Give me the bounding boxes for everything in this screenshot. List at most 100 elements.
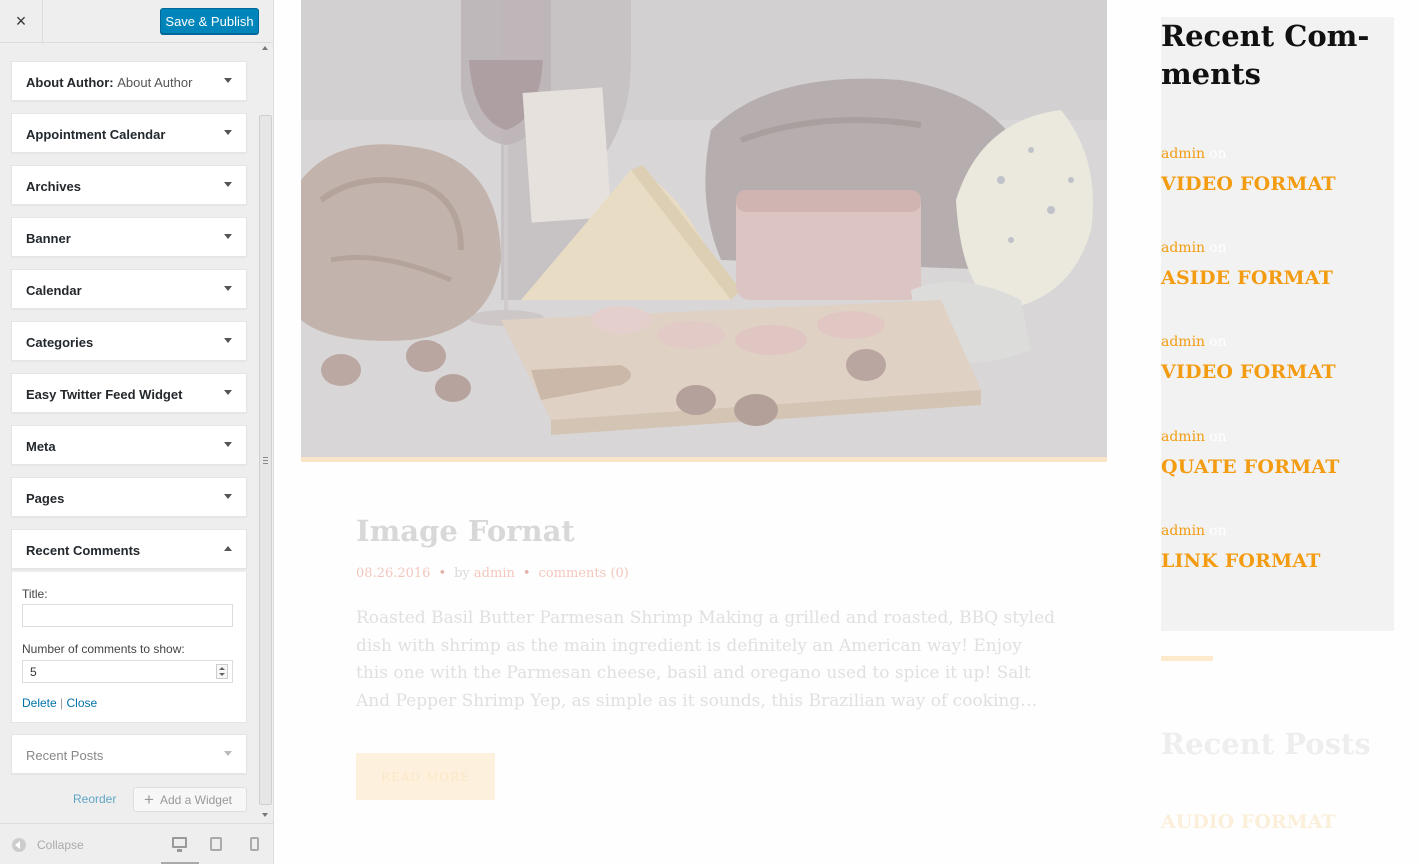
- comment-on-text: on: [1209, 146, 1227, 162]
- post-meta: 08.26.2016 • by admin • comments (0): [356, 566, 629, 581]
- delete-widget-link[interactable]: Delete: [22, 696, 57, 710]
- add-widget-button[interactable]: + Add a Widget: [133, 787, 247, 812]
- widget-sublabel: About Author: [117, 75, 193, 90]
- expand-arrow-icon[interactable]: [224, 338, 232, 343]
- widget-label: Archives: [26, 179, 81, 194]
- post-title[interactable]: Image Fornat: [356, 514, 575, 548]
- recent-posts-title: Recent Posts: [1161, 727, 1371, 761]
- close-widget-link[interactable]: Close: [67, 696, 98, 710]
- tablet-icon[interactable]: [210, 837, 222, 851]
- post-author-link[interactable]: admin: [474, 566, 515, 581]
- save-publish-button[interactable]: Save & Publish: [160, 8, 259, 34]
- collapse-arrow-icon[interactable]: [224, 546, 232, 551]
- widget-label: Categories: [26, 335, 94, 350]
- post-date[interactable]: 08.26.2016: [356, 566, 430, 581]
- comment-count-label: Number of comments to show:: [22, 642, 185, 656]
- comment-on-text: on: [1209, 240, 1227, 256]
- recent-comment-item: admin on VIDEO FORMAT: [1161, 145, 1336, 195]
- collapse-label: Collapse: [37, 838, 84, 852]
- widget-label: Appointment Calendar: [26, 127, 166, 142]
- comment-post-link[interactable]: VIDEO FORMAT: [1161, 173, 1336, 195]
- widget-label: Calendar: [26, 283, 82, 298]
- customizer-header: × Save & Publish: [0, 0, 273, 43]
- link-separator: |: [60, 696, 64, 710]
- post-featured-image[interactable]: [301, 0, 1107, 457]
- widget-pages[interactable]: Pages: [11, 477, 247, 517]
- scroll-down-icon[interactable]: [262, 813, 268, 817]
- widget-about-author[interactable]: About Author: About Author: [11, 61, 247, 101]
- comment-post-link[interactable]: QUATE FORMAT: [1161, 456, 1340, 478]
- widget-divider: [1161, 656, 1213, 661]
- site-preview: Image Fornat 08.26.2016 • by admin • comment…: [274, 0, 1419, 864]
- scroll-grip-icon: [263, 457, 268, 464]
- customizer-sidebar: × Save & Publish About Author: About Aut…: [0, 0, 274, 864]
- comment-count-input[interactable]: 5: [22, 660, 233, 683]
- food-still-life-image: [301, 0, 1107, 457]
- widget-actions: Delete | Close: [22, 696, 97, 710]
- widget-label: Recent Comments: [26, 543, 141, 558]
- recent-comment-item: admin on LINK FORMAT: [1161, 522, 1321, 572]
- widget-archives[interactable]: Archives: [11, 165, 247, 205]
- widget-label: Pages: [26, 491, 65, 506]
- widget-label: Easy Twitter Feed Widget: [26, 387, 183, 402]
- expand-arrow-icon[interactable]: [224, 494, 232, 499]
- widget-label: Banner: [26, 231, 71, 246]
- post-excerpt: Roasted Basil Butter Parmesan Shrimp Mak…: [356, 608, 1056, 711]
- post-comments-link[interactable]: comments (0): [539, 566, 629, 581]
- expand-arrow-icon[interactable]: [224, 390, 232, 395]
- expand-arrow-icon[interactable]: [224, 130, 232, 135]
- recent-comment-item: admin on ASIDE FORMAT: [1161, 239, 1333, 289]
- widget-meta[interactable]: Meta: [11, 425, 247, 465]
- expand-arrow-icon[interactable]: [224, 78, 232, 83]
- widget-label: Recent Posts: [26, 748, 104, 763]
- plus-icon: +: [144, 790, 154, 809]
- recent-comments-form: Title: Number of comments to show: 5 Del…: [11, 571, 247, 723]
- scroll-up-icon[interactable]: [262, 46, 268, 50]
- comment-author-link[interactable]: admin: [1161, 240, 1205, 256]
- comment-post-link[interactable]: VIDEO FORMAT: [1161, 361, 1336, 383]
- image-accent-bar: [301, 457, 1107, 462]
- widget-banner[interactable]: Banner: [11, 217, 247, 257]
- collapse-arrow-icon: [12, 838, 26, 852]
- collapse-button[interactable]: Collapse: [12, 838, 84, 852]
- widget-label: About Author:: [26, 75, 114, 90]
- comment-author-link[interactable]: admin: [1161, 523, 1205, 539]
- recent-comments-title: Recent Com-ments: [1161, 19, 1370, 91]
- recent-comment-item: admin on QUATE FORMAT: [1161, 428, 1340, 478]
- comment-count-value: 5: [30, 665, 37, 679]
- mobile-icon[interactable]: [250, 837, 259, 851]
- title-field-label: Title:: [22, 587, 48, 601]
- customizer-footer: Collapse: [0, 823, 273, 864]
- comment-post-link[interactable]: LINK FORMAT: [1161, 550, 1321, 572]
- reorder-link[interactable]: Reorder: [73, 792, 116, 806]
- expand-arrow-icon[interactable]: [224, 234, 232, 239]
- comment-author-link[interactable]: admin: [1161, 334, 1205, 350]
- number-spinner-icon[interactable]: [216, 664, 228, 679]
- comment-post-link[interactable]: ASIDE FORMAT: [1161, 267, 1333, 289]
- widget-label: Meta: [26, 439, 56, 454]
- expand-arrow-icon[interactable]: [224, 751, 232, 756]
- widget-appointment-calendar[interactable]: Appointment Calendar: [11, 113, 247, 153]
- add-widget-label: Add a Widget: [159, 792, 232, 807]
- widget-recent-posts[interactable]: Recent Posts: [11, 734, 247, 774]
- post-by: by: [454, 566, 470, 581]
- comment-author-link[interactable]: admin: [1161, 146, 1205, 162]
- expand-arrow-icon[interactable]: [224, 286, 232, 291]
- sidebar-scrollbar[interactable]: [259, 43, 272, 823]
- comment-on-text: on: [1209, 334, 1227, 350]
- desktop-icon[interactable]: [172, 837, 187, 852]
- widget-recent-comments[interactable]: Recent Comments: [11, 529, 247, 569]
- expand-arrow-icon[interactable]: [224, 442, 232, 447]
- title-input[interactable]: [22, 604, 233, 627]
- read-more-button[interactable]: READ MORE: [356, 753, 495, 800]
- recent-post-link[interactable]: AUDIO FORMAT: [1161, 811, 1336, 833]
- expand-arrow-icon[interactable]: [224, 182, 232, 187]
- widget-calendar[interactable]: Calendar: [11, 269, 247, 309]
- close-icon[interactable]: ×: [0, 0, 43, 43]
- widget-easy-twitter-feed[interactable]: Easy Twitter Feed Widget: [11, 373, 247, 413]
- recent-comments-widget: Recent Com-ments admin on VIDEO FORMAT ad…: [1161, 17, 1394, 631]
- widget-categories[interactable]: Categories: [11, 321, 247, 361]
- comment-on-text: on: [1209, 429, 1227, 445]
- comment-author-link[interactable]: admin: [1161, 429, 1205, 445]
- scrollbar-thumb[interactable]: [259, 115, 272, 805]
